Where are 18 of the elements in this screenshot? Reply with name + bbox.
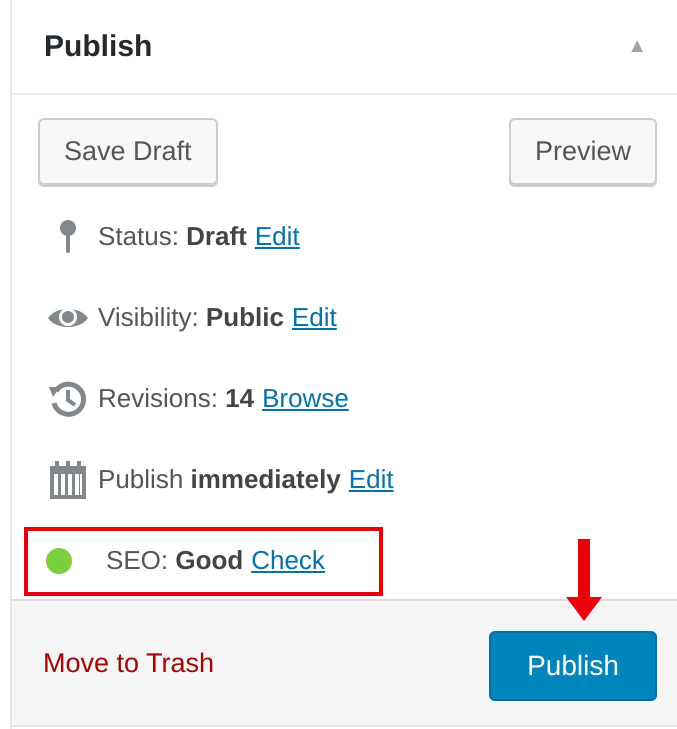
row-link[interactable]: Edit [254,221,300,252]
row-link[interactable]: Edit [348,464,394,495]
row-text: Visibility: Public [98,302,284,333]
row-link[interactable]: Browse [262,383,349,414]
row-link[interactable]: Check [251,545,325,576]
row-text: Status: Draft [98,221,247,252]
publish-button[interactable]: Publish [489,631,657,701]
row-link[interactable]: Edit [292,302,337,333]
row-text: SEO: Good [106,545,244,576]
history-icon [48,378,88,418]
preview-button[interactable]: Preview [508,118,657,185]
row-text: Revisions: 14 [98,383,254,414]
calendar-icon [49,460,87,500]
row-text: Publish immediately [98,464,341,495]
pin-icon [58,218,78,254]
save-draft-button[interactable]: Save Draft [38,118,218,185]
panel-title: Publish [44,30,152,64]
trash-link[interactable]: Move to Trash [43,648,214,678]
